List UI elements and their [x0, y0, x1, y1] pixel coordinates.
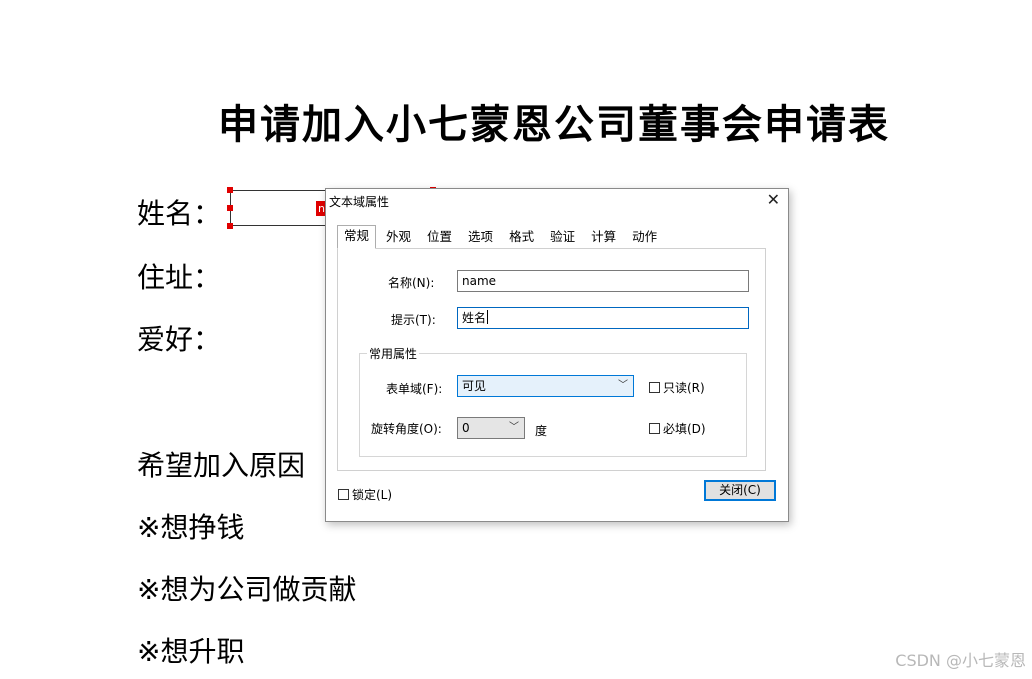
readonly-checkbox[interactable]: 只读(R)	[649, 379, 705, 396]
tooltip-input-value: 姓名	[462, 311, 487, 325]
form-field-value: 可见	[462, 379, 487, 393]
tab-general[interactable]: 常规	[337, 225, 377, 249]
resize-handle-bottom-left[interactable]	[227, 223, 233, 229]
resize-handle-middle-left[interactable]	[227, 205, 233, 211]
name-input[interactable]: name	[457, 270, 749, 292]
chevron-down-icon: ﹀	[618, 380, 628, 391]
document-title: 申请加入小七蒙恩公司董事会申请表	[218, 102, 890, 148]
address-label: 住址：	[137, 261, 222, 294]
option-promotion: ※想升职	[137, 635, 245, 668]
form-field-select[interactable]: 可见 ﹀	[457, 375, 634, 397]
dialog-title: 文本域属性	[329, 195, 390, 209]
name-field-label: 名称(N):	[388, 276, 435, 290]
close-icon[interactable]: ✕	[767, 192, 780, 208]
tab-options[interactable]: 选项	[462, 227, 499, 247]
lock-checkbox[interactable]: 锁定(L)	[338, 486, 392, 503]
lock-checkbox-box[interactable]	[338, 489, 349, 500]
tab-calculate[interactable]: 计算	[585, 227, 622, 247]
readonly-label: 只读(R)	[663, 381, 705, 395]
lock-label: 锁定(L)	[352, 488, 393, 502]
tab-actions[interactable]: 动作	[626, 227, 663, 247]
form-field-label: 表单域(F):	[386, 382, 443, 396]
hobby-label: 爱好：	[137, 323, 222, 356]
tab-appearance[interactable]: 外观	[380, 227, 417, 247]
text-caret	[487, 310, 489, 324]
group-title: 常用属性	[367, 345, 420, 362]
required-checkbox[interactable]: 必填(D)	[649, 420, 706, 437]
required-checkbox-box[interactable]	[649, 423, 660, 434]
text-field-properties-dialog: 文本域属性 ✕ 常规 外观 位置 选项 格式 验证 计算 动作 名称(N): n…	[325, 188, 789, 522]
rotation-select[interactable]: 0 ﹀	[457, 417, 525, 439]
common-properties-group: 常用属性 表单域(F): 可见 ﹀ 只读(R) 旋转角度(O): 0 ﹀ 度 必…	[359, 345, 747, 457]
reason-label: 希望加入原因	[137, 449, 306, 482]
rotation-label: 旋转角度(O):	[371, 422, 442, 436]
tab-bar: 常规 外观 位置 选项 格式 验证 计算 动作	[337, 225, 667, 249]
resize-handle-top-left[interactable]	[227, 187, 233, 193]
rotation-value: 0	[462, 421, 470, 435]
tab-position[interactable]: 位置	[421, 227, 458, 247]
watermark: CSDN @小七蒙恩	[895, 651, 1026, 670]
close-button[interactable]: 关闭(C)	[704, 480, 776, 501]
name-label: 姓名：	[137, 197, 222, 230]
tab-validate[interactable]: 验证	[544, 227, 581, 247]
general-tab-panel: 名称(N): name 提示(T): 姓名 常用属性 表单域(F): 可见 ﹀ …	[337, 248, 766, 471]
option-make-money: ※想挣钱	[137, 511, 245, 544]
readonly-checkbox-box[interactable]	[649, 382, 660, 393]
tooltip-field-label: 提示(T):	[391, 313, 436, 327]
required-label: 必填(D)	[663, 422, 706, 436]
tab-format[interactable]: 格式	[503, 227, 540, 247]
tooltip-input[interactable]: 姓名	[457, 307, 749, 329]
rotation-unit: 度	[535, 424, 548, 438]
chevron-down-icon: ﹀	[509, 422, 519, 433]
option-contribute: ※想为公司做贡献	[137, 573, 357, 606]
